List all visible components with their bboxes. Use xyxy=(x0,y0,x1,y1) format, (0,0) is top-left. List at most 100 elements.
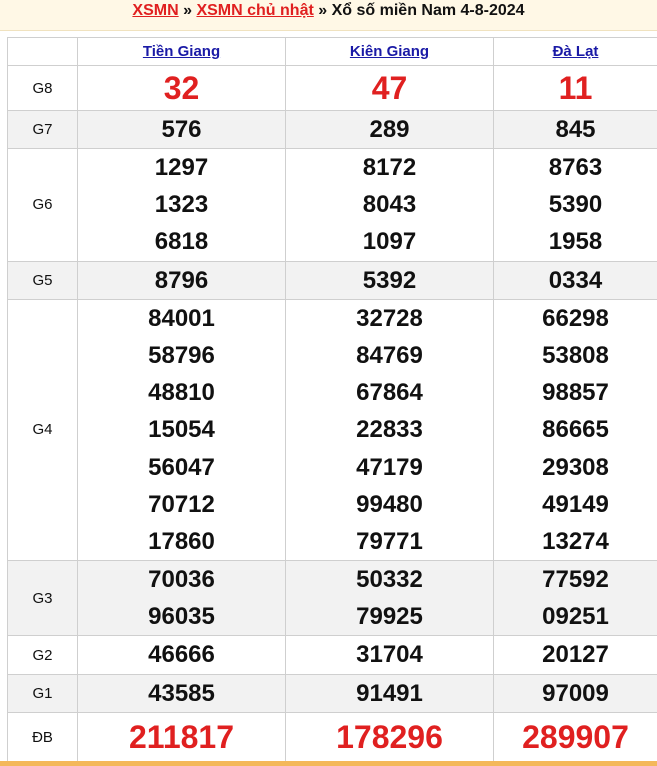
header-row: Tiền Giang Kiên Giang Đà Lạt xyxy=(7,37,657,66)
prize-cell: 84001 58796 48810 15054 56047 70712 17860 xyxy=(77,298,286,562)
prize-cell: 47 xyxy=(285,65,494,111)
prize-number: 66298 xyxy=(542,304,609,332)
prize-label: G2 xyxy=(7,635,78,675)
province-link-da-lat[interactable]: Đà Lạt xyxy=(553,43,599,60)
prize-cell: 91491 xyxy=(285,673,494,713)
prize-row: G4 84001 58796 48810 15054 56047 70712 17860 327… xyxy=(7,298,657,562)
prize-label: G7 xyxy=(7,110,78,149)
prize-cell: 211817 xyxy=(77,711,286,764)
prize-cell: 32728 84769 67864 22833 47179 99480 79771 xyxy=(285,298,494,562)
prize-number: 47 xyxy=(371,69,408,106)
prize-number: 56047 xyxy=(148,453,215,481)
prize-row: G6 1297 1323 6818 8172 8043 1097 8763 5390 1958 xyxy=(7,148,657,262)
prize-number: 289907 xyxy=(522,719,629,756)
prize-label: G3 xyxy=(7,560,78,637)
prize-number: 17860 xyxy=(148,527,215,555)
prize-number: 1297 xyxy=(154,154,209,181)
prize-number: 86665 xyxy=(542,416,609,444)
prize-number: 79925 xyxy=(356,603,423,631)
page: XSMN » XSMN chủ nhật » Xổ số miền Nam 4-… xyxy=(0,0,657,766)
results-table: Tiền Giang Kiên Giang Đà Lạt G8 32 47 11 G7 5… xyxy=(7,37,657,764)
prize-label: ĐB xyxy=(7,711,78,764)
prize-number: 97009 xyxy=(542,679,609,707)
prize-cell: 289 xyxy=(285,110,494,149)
breadcrumb-separator: » xyxy=(183,2,192,19)
prize-cell: 66298 53808 98857 86665 29308 49149 13274 xyxy=(493,298,657,562)
prize-row: G1 43585 91491 97009 xyxy=(7,673,657,713)
breadcrumb-link-xsmn[interactable]: XSMN xyxy=(132,2,178,19)
prize-cell: 0334 xyxy=(493,260,657,300)
prize-cell: 77592 09251 xyxy=(493,560,657,637)
breadcrumb-link-xsmn-sunday[interactable]: XSMN chủ nhật xyxy=(196,2,313,19)
prize-number: 49149 xyxy=(542,490,609,518)
prize-number: 91491 xyxy=(356,679,423,707)
prize-number: 70036 xyxy=(148,566,215,594)
prize-number: 13274 xyxy=(542,527,609,555)
prize-cell: 845 xyxy=(493,110,657,149)
prize-number: 70712 xyxy=(148,490,215,518)
prize-row: G7 576 289 845 xyxy=(7,110,657,149)
prize-number: 31704 xyxy=(356,641,423,669)
prize-number: 289 xyxy=(369,115,410,143)
prize-label: G6 xyxy=(7,148,78,262)
prize-cell: 32 xyxy=(77,65,286,111)
prize-number: 1323 xyxy=(154,191,209,219)
prize-cell: 576 xyxy=(77,110,286,149)
prize-row: G2 46666 31704 20127 xyxy=(7,635,657,675)
prize-number: 1097 xyxy=(362,228,417,256)
prize-number: 96035 xyxy=(148,603,215,631)
prize-label: G1 xyxy=(7,673,78,713)
prize-number: 58796 xyxy=(148,341,215,369)
prize-number: 48810 xyxy=(148,379,215,407)
breadcrumb-current: Xổ số miền Nam 4-8-2024 xyxy=(331,2,525,19)
prize-number: 50332 xyxy=(356,566,423,594)
prize-label: G8 xyxy=(7,65,78,111)
prize-cell: 11 xyxy=(493,65,657,111)
prize-cell: 97009 xyxy=(493,673,657,713)
prize-row: ĐB 211817 178296 289907 xyxy=(7,711,657,764)
prize-cell: 1297 1323 6818 xyxy=(77,148,286,262)
prize-number: 84769 xyxy=(356,341,423,369)
prize-number: 46666 xyxy=(148,641,215,669)
province-header: Đà Lạt xyxy=(493,37,657,66)
province-link-kien-giang[interactable]: Kiên Giang xyxy=(350,43,429,60)
prize-number: 29308 xyxy=(542,453,609,481)
prize-number: 67864 xyxy=(356,379,423,407)
prize-cell: 46666 xyxy=(77,635,286,675)
prize-number: 576 xyxy=(161,115,202,143)
prize-table-body: G8 32 47 11 G7 576 289 845 G6 1297 1323 6818 8172 804… xyxy=(7,65,657,764)
prize-number: 22833 xyxy=(356,416,423,444)
province-link-tien-giang[interactable]: Tiền Giang xyxy=(143,43,220,60)
prize-number: 8763 xyxy=(548,154,603,181)
prize-cell: 8172 8043 1097 xyxy=(285,148,494,262)
prize-number: 11 xyxy=(558,69,593,106)
prize-number: 53808 xyxy=(542,341,609,369)
breadcrumb-bar: XSMN » XSMN chủ nhật » Xổ số miền Nam 4-… xyxy=(0,0,657,31)
province-header: Kiên Giang xyxy=(285,37,494,66)
prize-cell: 70036 96035 xyxy=(77,560,286,637)
prize-number: 43585 xyxy=(148,679,215,707)
prize-number: 8043 xyxy=(362,191,417,219)
prize-number: 8796 xyxy=(154,266,209,294)
prize-number: 99480 xyxy=(356,490,423,518)
prize-number: 47179 xyxy=(356,453,423,481)
prize-number: 32728 xyxy=(356,304,423,332)
prize-number: 20127 xyxy=(542,641,609,669)
prize-number: 98857 xyxy=(542,379,609,407)
prize-cell: 8796 xyxy=(77,260,286,300)
prize-number: 6818 xyxy=(154,228,209,256)
prize-number: 5392 xyxy=(362,266,417,294)
prize-number: 32 xyxy=(163,69,200,106)
prize-number: 5390 xyxy=(548,191,603,219)
prize-cell: 178296 xyxy=(285,711,494,764)
province-header: Tiền Giang xyxy=(77,37,286,66)
prize-row: G8 32 47 11 xyxy=(7,65,657,111)
prize-cell: 43585 xyxy=(77,673,286,713)
prize-cell: 20127 xyxy=(493,635,657,675)
prize-cell: 289907 xyxy=(493,711,657,764)
prize-number: 211817 xyxy=(128,719,234,756)
breadcrumb-separator: » xyxy=(318,2,328,19)
prize-label: G4 xyxy=(7,298,78,562)
prize-number: 845 xyxy=(555,115,596,143)
prize-number: 1958 xyxy=(548,228,603,256)
